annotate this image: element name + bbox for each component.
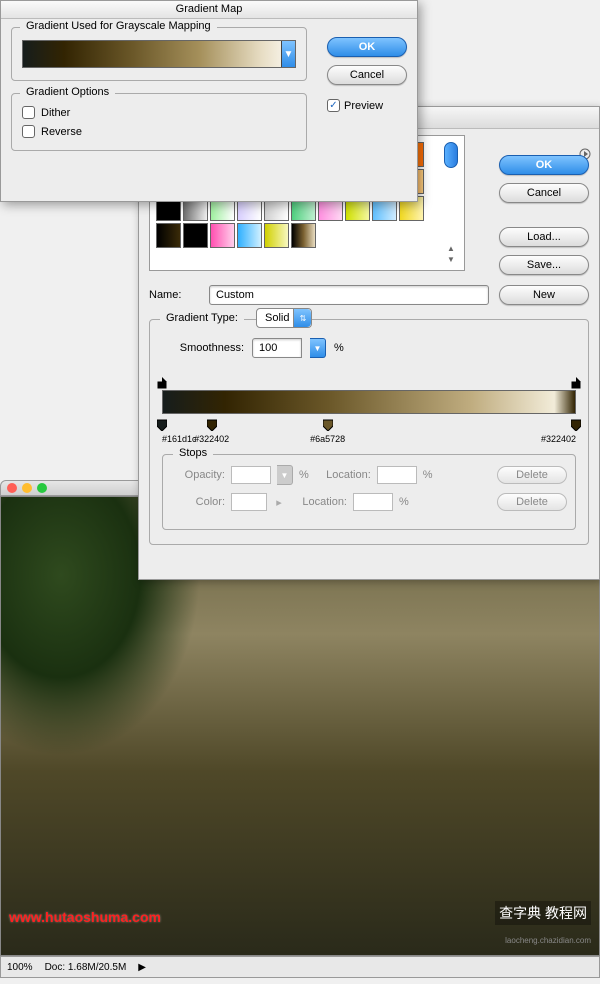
preset-swatch[interactable] — [156, 223, 181, 248]
opacity-stop[interactable] — [157, 376, 167, 388]
ok-button[interactable]: OK — [499, 155, 589, 175]
color-location-input[interactable] — [353, 493, 393, 511]
gradient-preview[interactable]: ▼ — [22, 40, 296, 68]
ok-button[interactable]: OK — [327, 37, 407, 57]
chevron-right-icon[interactable]: ▸ — [273, 496, 285, 509]
reverse-checkbox[interactable] — [22, 125, 35, 138]
smoothness-dropdown[interactable]: ▼ — [310, 338, 326, 358]
color-stop[interactable] — [207, 418, 217, 430]
gradient-type-select[interactable]: Solid ⇅ — [256, 308, 312, 328]
doc-size: Doc: 1.68M/20.5M — [45, 962, 127, 973]
load-button[interactable]: Load... — [499, 227, 589, 247]
smoothness-input[interactable] — [252, 338, 302, 358]
color-label: Color: — [171, 496, 225, 508]
opacity-location-input[interactable] — [377, 466, 417, 484]
preset-swatch[interactable] — [210, 223, 235, 248]
watermark-right-sub: laocheng.chazidian.com — [505, 936, 591, 945]
zoom-level[interactable]: 100% — [7, 962, 33, 973]
delete-color-stop-button[interactable]: Delete — [497, 493, 567, 511]
save-button[interactable]: Save... — [499, 255, 589, 275]
dialog-title[interactable]: Gradient Map — [1, 1, 417, 19]
cancel-button[interactable]: Cancel — [327, 65, 407, 85]
opacity-stop[interactable] — [571, 376, 581, 388]
name-input[interactable] — [209, 285, 489, 305]
color-stop-hex: #322402 — [541, 434, 576, 444]
smoothness-label: Smoothness: — [162, 342, 244, 354]
scroll-up-icon[interactable]: ▲ — [447, 244, 455, 253]
dither-checkbox[interactable] — [22, 106, 35, 119]
color-swatch[interactable] — [231, 493, 267, 511]
chevron-updown-icon: ⇅ — [293, 309, 311, 327]
location-label-2: Location: — [291, 496, 347, 508]
new-button[interactable]: New — [499, 285, 589, 305]
opacity-dropdown: ▼ — [277, 465, 293, 485]
grayscale-mapping-legend: Gradient Used for Grayscale Mapping — [20, 20, 217, 32]
gradient-map-dialog: Gradient Map Gradient Used for Grayscale… — [0, 0, 418, 202]
opacity-label: Opacity: — [171, 469, 225, 481]
scrollbar-thumb[interactable] — [444, 142, 458, 168]
close-window-button[interactable] — [7, 483, 17, 493]
color-stop-hex: #322402 — [194, 434, 229, 444]
gradient-picker-arrow[interactable]: ▼ — [281, 41, 295, 67]
gradient-ramp[interactable] — [162, 390, 576, 414]
gradient-options-legend: Gradient Options — [20, 86, 115, 98]
status-bar: 100% Doc: 1.68M/20.5M ▶ — [0, 956, 600, 978]
preset-swatch[interactable] — [183, 223, 208, 248]
preset-swatch[interactable] — [237, 223, 262, 248]
color-stop-hex: #161d1c — [162, 434, 197, 444]
minimize-window-button[interactable] — [22, 483, 32, 493]
color-stop-hex: #6a5728 — [310, 434, 345, 444]
color-stop[interactable] — [157, 418, 167, 430]
cancel-button[interactable]: Cancel — [499, 183, 589, 203]
color-stop[interactable] — [571, 418, 581, 430]
preset-swatch[interactable] — [291, 223, 316, 248]
preview-checkbox[interactable]: ✓ — [327, 99, 340, 112]
location-label: Location: — [315, 469, 371, 481]
watermark-left: www.hutaoshuma.com — [9, 909, 161, 925]
zoom-window-button[interactable] — [37, 483, 47, 493]
preset-swatch[interactable] — [264, 223, 289, 248]
preview-label: Preview — [344, 100, 383, 112]
opacity-input[interactable] — [231, 466, 271, 484]
stops-legend: Stops — [173, 447, 213, 459]
dither-label: Dither — [41, 107, 70, 119]
presets-scrollbar[interactable]: ▲ ▼ — [444, 142, 458, 264]
delete-opacity-stop-button[interactable]: Delete — [497, 466, 567, 484]
name-label: Name: — [149, 289, 199, 301]
flyout-icon[interactable]: ▶ — [138, 962, 146, 973]
gradient-type-label: Gradient Type: — [160, 312, 244, 324]
watermark-right: 查字典 教程网 — [495, 901, 591, 925]
scroll-down-icon[interactable]: ▼ — [447, 255, 455, 264]
color-stop[interactable] — [323, 418, 333, 430]
reverse-label: Reverse — [41, 126, 82, 138]
